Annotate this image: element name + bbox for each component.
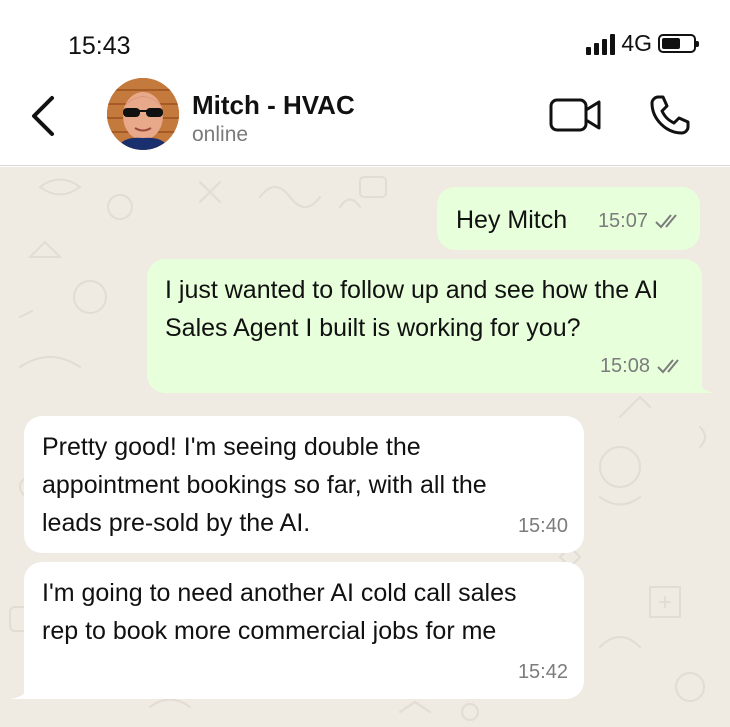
bubble-tail (10, 685, 30, 699)
message-time: 15:42 (517, 661, 568, 683)
double-check-icon (655, 214, 677, 229)
network-type: 4G (621, 30, 652, 56)
message-time: 15:07 (597, 210, 648, 232)
message-bubble-outgoing[interactable]: Hey Mitch 15:07 (437, 187, 700, 250)
message-meta: 15:08 (600, 347, 686, 385)
message-time: 15:08 (599, 355, 650, 377)
video-camera-icon (549, 98, 601, 132)
video-call-button[interactable] (548, 95, 604, 135)
double-check-icon (657, 359, 679, 374)
signal-bars-icon (586, 33, 616, 55)
contact-name[interactable]: Mitch - HVAC (192, 90, 355, 121)
avatar[interactable] (107, 78, 179, 150)
message-bubble-incoming[interactable]: I'm going to need another AI cold call s… (10, 562, 584, 699)
message-text: Pretty good! I'm seeing double the appoi… (42, 433, 487, 537)
message-text: I'm going to need another AI cold call s… (42, 579, 517, 645)
message-meta: 15:40 (518, 507, 568, 545)
phone-icon (650, 95, 690, 135)
contact-status: online (192, 123, 249, 146)
message-bubble-incoming[interactable]: Pretty good! I'm seeing double the appoi… (24, 416, 584, 553)
chat-header: Mitch - HVAC online (0, 78, 730, 166)
status-indicators: 4G (586, 30, 699, 57)
voice-call-button[interactable] (646, 91, 694, 139)
message-meta: 15:42 (518, 653, 568, 691)
battery-icon (658, 34, 699, 53)
message-time: 15:40 (517, 515, 568, 537)
message-bubble-outgoing[interactable]: I just wanted to follow up and see how t… (147, 259, 716, 393)
status-time: 15:43 (68, 32, 131, 60)
message-text: Hey Mitch (456, 206, 568, 234)
bubble-tail (696, 379, 716, 393)
message-meta: 15:07 (598, 202, 684, 240)
chat-area[interactable]: Hey Mitch 15:07 I just wanted to follow … (0, 167, 730, 727)
message-text: I just wanted to follow up and see how t… (165, 276, 659, 342)
chevron-left-icon (32, 96, 54, 136)
back-button[interactable] (24, 92, 64, 140)
status-bar: 15:43 4G (0, 0, 730, 82)
